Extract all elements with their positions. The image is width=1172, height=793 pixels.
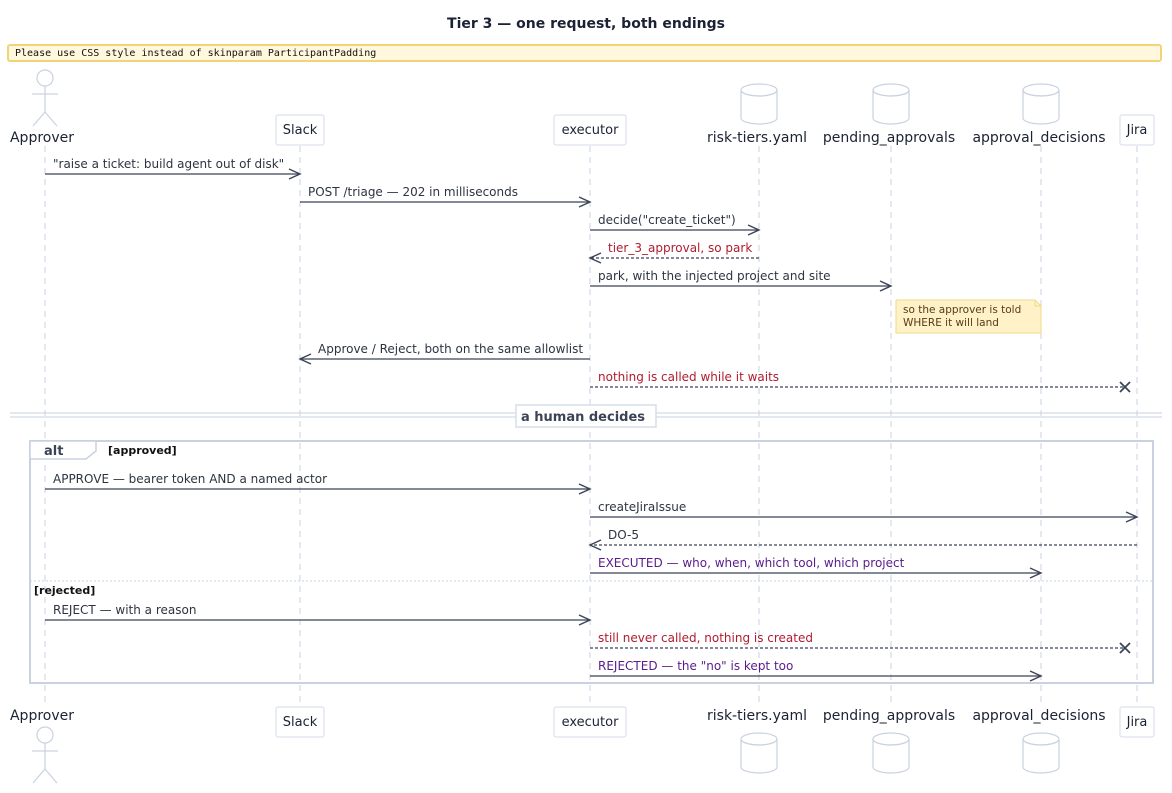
message-5: park, with the injected project and site (590, 269, 893, 292)
participant-jira-top: Jira (1119, 114, 1155, 146)
message-label: nothing is called while it waits (598, 370, 779, 384)
note-line-1: so the approver is told (903, 304, 1021, 316)
message-label: APPROVE — bearer token AND a named actor (53, 472, 327, 486)
participant-label: Slack (283, 123, 318, 138)
participant-label: pending_approvals (823, 130, 955, 146)
participant-pending-top: pending_approvals (823, 83, 955, 146)
alt-keyword: alt (44, 444, 63, 459)
note: so the approver is told WHERE it will la… (895, 299, 1042, 334)
message-label: REJECT — with a reason (53, 603, 196, 617)
message-label: REJECTED — the "no" is kept too (598, 659, 793, 673)
message-14: REJECTED — the "no" is kept too (590, 659, 1043, 682)
note-line-2: WHERE it will land (903, 317, 999, 329)
message-7: nothing is called while it waits (590, 370, 1131, 393)
participant-risk-top: risk-tiers.yaml (707, 83, 807, 146)
participant-label: Jira (1126, 123, 1148, 138)
message-4: tier_3_approval, so park (588, 241, 759, 264)
guard-rejected: [rejected] (34, 584, 95, 597)
sequence-diagram: Tier 3 — one request, both endings Pleas… (7, 16, 1162, 784)
message-2: POST /triage — 202 in milliseconds (300, 185, 592, 208)
message-label: createJiraIssue (598, 500, 686, 514)
message-12: REJECT — with a reason (45, 603, 592, 626)
divider-label: a human decides (521, 410, 645, 425)
participant-label: approval_decisions (972, 130, 1105, 146)
message-13: still never called, nothing is created (590, 631, 1131, 654)
message-6: Approve / Reject, both on the same allow… (298, 342, 590, 365)
participant-slack-bottom: Slack (275, 706, 325, 738)
participant-slack-top: Slack (275, 114, 325, 146)
message-label: tier_3_approval, so park (608, 241, 752, 255)
diagram-title: Tier 3 — one request, both endings (447, 16, 725, 32)
participant-decisions-bottom: approval_decisions (972, 708, 1106, 774)
actor-icon (36, 726, 54, 744)
actor-icon (36, 69, 54, 87)
participant-label: risk-tiers.yaml (707, 708, 807, 724)
participant-label: approval_decisions (972, 708, 1105, 724)
message-9: createJiraIssue (590, 500, 1139, 523)
guard-approved: [approved] (108, 444, 177, 457)
participant-jira-bottom: Jira (1119, 706, 1155, 738)
message-label: decide("create_ticket") (598, 213, 736, 227)
participant-label: Approver (10, 708, 74, 724)
message-10: DO-5 (588, 528, 1137, 551)
participant-label: Approver (10, 130, 74, 146)
participant-approver-top: Approver (10, 69, 74, 146)
participant-label: executor (562, 123, 619, 138)
participant-approver-bottom: Approver (10, 708, 74, 784)
participant-risk-bottom: risk-tiers.yaml (707, 708, 807, 774)
participant-label: executor (562, 715, 619, 730)
message-1: "raise a ticket: build agent out of disk… (45, 157, 302, 180)
participant-label: risk-tiers.yaml (707, 130, 807, 146)
message-label: Approve / Reject, both on the same allow… (318, 342, 583, 356)
arrowhead-icon (588, 252, 602, 264)
message-label: still never called, nothing is created (598, 631, 813, 645)
warning-text: Please use CSS style instead of skinpara… (15, 48, 376, 59)
message-8: APPROVE — bearer token AND a named actor (45, 472, 592, 495)
message-label: "raise a ticket: build agent out of disk… (53, 157, 284, 171)
message-label: EXECUTED — who, when, which tool, which … (598, 556, 905, 570)
message-3: decide("create_ticket") (590, 213, 761, 236)
participant-pending-bottom: pending_approvals (823, 708, 955, 774)
message-label: park, with the injected project and site (598, 269, 831, 283)
participant-label: pending_approvals (823, 708, 955, 724)
divider: a human decides (10, 404, 1162, 428)
message-label: POST /triage — 202 in milliseconds (308, 185, 518, 199)
participant-label: Jira (1126, 715, 1148, 730)
message-label: DO-5 (608, 528, 639, 542)
participant-label: Slack (283, 715, 318, 730)
message-11: EXECUTED — who, when, which tool, which … (590, 556, 1043, 579)
participant-decisions-top: approval_decisions (972, 83, 1106, 146)
participant-executor-bottom: executor (553, 706, 627, 738)
participant-executor-top: executor (553, 114, 627, 146)
